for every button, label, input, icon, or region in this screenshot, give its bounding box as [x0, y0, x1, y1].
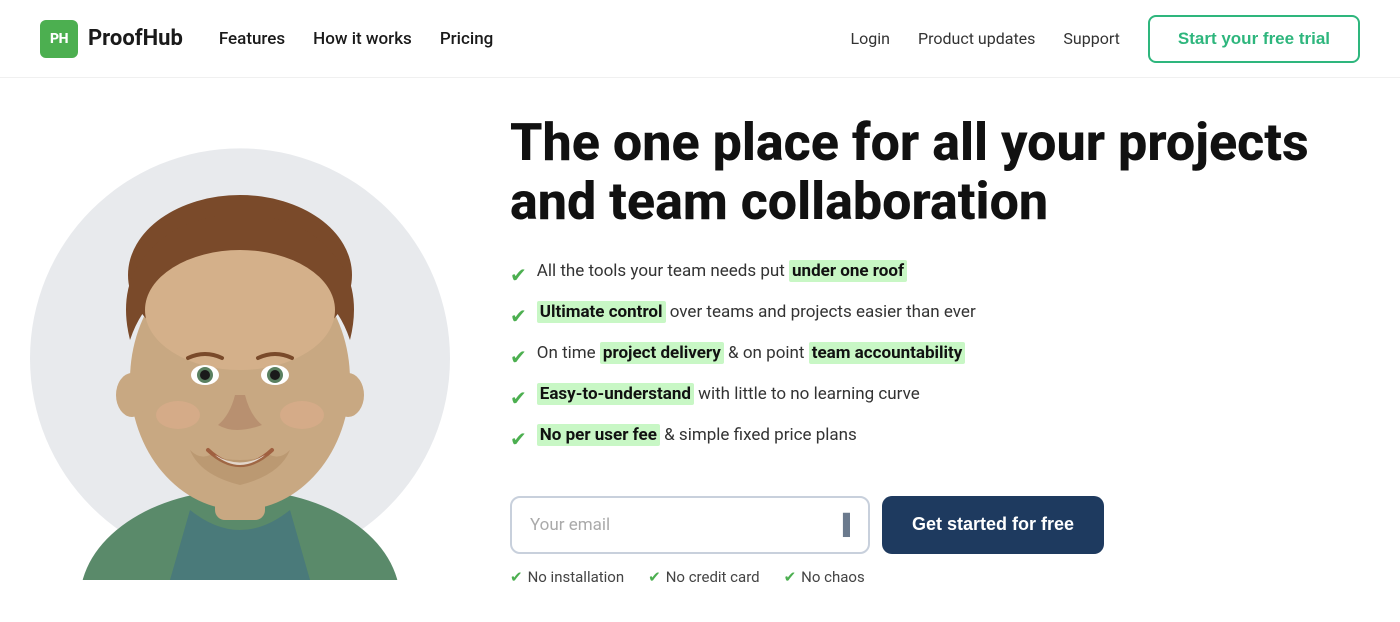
no-install-item-3: ✔ No chaos — [784, 568, 865, 586]
main-content: The one place for all your projects and … — [0, 78, 1400, 622]
check-icon-5: ✔ — [510, 424, 527, 454]
nav-pricing[interactable]: Pricing — [440, 29, 494, 49]
hero-image-area — [0, 78, 480, 622]
feature-item-4: ✔ Easy-to-understand with little to no l… — [510, 382, 1340, 413]
email-input-wrapper[interactable]: Your email ▐ — [510, 496, 870, 554]
logo[interactable]: PH ProofHub — [40, 20, 183, 58]
hero-person-image — [70, 120, 410, 580]
feature-item-5: ✔ No per user fee & simple fixed price p… — [510, 423, 1340, 454]
header-left: PH ProofHub Features How it works Pricin… — [40, 20, 493, 58]
check-icon-1: ✔ — [510, 260, 527, 290]
support-link[interactable]: Support — [1063, 29, 1119, 48]
feature-item-1: ✔ All the tools your team needs put unde… — [510, 259, 1340, 290]
feature-list: ✔ All the tools your team needs put unde… — [510, 259, 1340, 464]
logo-text: ProofHub — [88, 26, 183, 51]
feature-item-2: ✔ Ultimate control over teams and projec… — [510, 300, 1340, 331]
main-nav: Features How it works Pricing — [219, 29, 493, 49]
header-right: Login Product updates Support Start your… — [851, 15, 1360, 63]
small-check-icon-3: ✔ — [784, 568, 797, 586]
nav-how-it-works[interactable]: How it works — [313, 29, 412, 49]
check-icon-3: ✔ — [510, 342, 527, 372]
login-link[interactable]: Login — [851, 29, 890, 48]
header: PH ProofHub Features How it works Pricin… — [0, 0, 1400, 78]
logo-icon: PH — [40, 20, 78, 58]
no-install-item-1: ✔ No installation — [510, 568, 624, 586]
feature-item-3: ✔ On time project delivery & on point te… — [510, 341, 1340, 372]
no-install-item-2: ✔ No credit card — [648, 568, 759, 586]
check-icon-2: ✔ — [510, 301, 527, 331]
trial-button[interactable]: Start your free trial — [1148, 15, 1360, 63]
product-updates-link[interactable]: Product updates — [918, 29, 1035, 48]
hero-title: The one place for all your projects and … — [510, 114, 1340, 230]
small-check-icon-2: ✔ — [648, 568, 661, 586]
nav-features[interactable]: Features — [219, 29, 285, 49]
get-started-button[interactable]: Get started for free — [882, 496, 1104, 554]
email-icon: ▐ — [836, 512, 850, 537]
no-install-row: ✔ No installation ✔ No credit card ✔ No … — [510, 568, 1340, 586]
cta-row: Your email ▐ Get started for free — [510, 496, 1340, 554]
email-placeholder: Your email — [530, 515, 610, 535]
check-icon-4: ✔ — [510, 383, 527, 413]
hero-content: The one place for all your projects and … — [480, 78, 1400, 622]
small-check-icon-1: ✔ — [510, 568, 523, 586]
